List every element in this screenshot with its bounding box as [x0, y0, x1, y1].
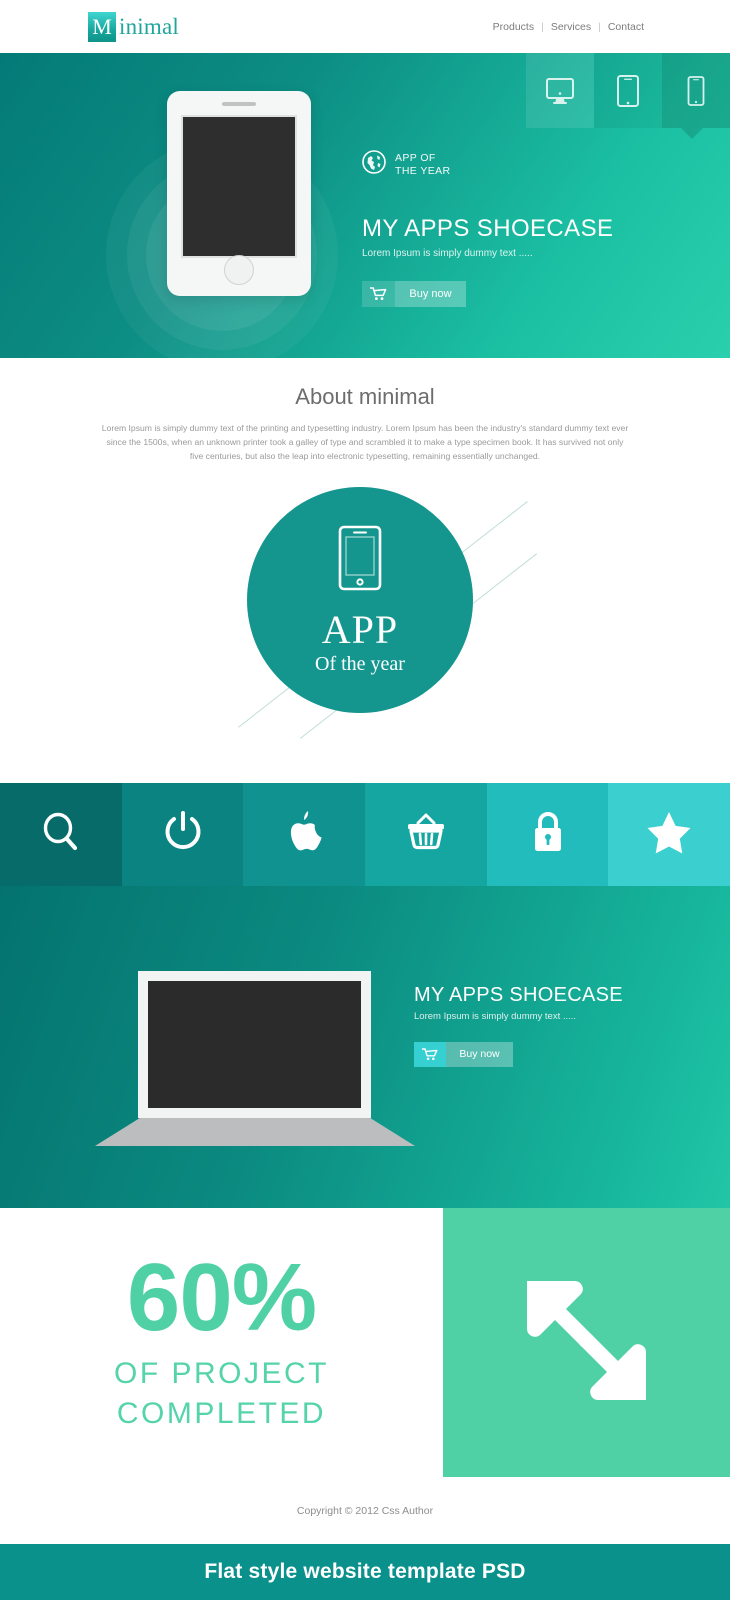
device-tabs [526, 53, 730, 128]
icon-cell-power[interactable] [121, 783, 244, 886]
expand-arrows-icon [519, 1273, 654, 1413]
icon-cell-apple[interactable] [243, 783, 366, 886]
icon-bar [0, 783, 730, 886]
site-header: M inimal Products | Services | Contact [0, 0, 730, 53]
award-text: APP OF THE YEAR [395, 152, 451, 178]
hero-title: MY APPS SHOECASE [362, 215, 614, 242]
phone-mockup [167, 91, 311, 296]
tablet-icon [616, 74, 640, 107]
award-line-2: THE YEAR [395, 164, 451, 177]
logo-text: inimal [119, 14, 179, 39]
hero-copy: APP OF THE YEAR MY APPS SHOECASE Lorem I… [362, 150, 613, 307]
progress-percent: 60% [126, 1243, 317, 1351]
copyright-bar: Copyright © 2012 Css Author [0, 1477, 730, 1544]
device-tab-mobile[interactable] [662, 53, 730, 128]
phone-screen [181, 115, 297, 258]
phone-speaker [222, 102, 256, 106]
stats-section: 60% OF PROJECT COMPLETED [0, 1208, 730, 1477]
showcase-2-subtitle: Lorem Ipsum is simply dummy text ..... [414, 1011, 577, 1022]
copyright-text: Copyright © 2012 Css Author [296, 1504, 434, 1517]
icon-cell-star[interactable] [608, 783, 730, 886]
badge-subtitle: Of the year [315, 652, 405, 675]
device-tab-desktop[interactable] [526, 53, 594, 128]
icon-cell-lock[interactable] [486, 783, 609, 886]
hero-subtitle: Lorem Ipsum is simply dummy text ..... [362, 248, 533, 259]
power-icon [162, 810, 204, 859]
star-icon [645, 809, 693, 860]
badge-title: APP [321, 606, 399, 652]
laptop-lid [138, 971, 371, 1118]
phone-home-button [224, 255, 254, 285]
icon-cell-basket[interactable] [365, 783, 487, 886]
laptop-base [95, 1118, 415, 1146]
expand-panel [443, 1208, 730, 1477]
about-body: Lorem Ipsum is simply dummy text of the … [101, 423, 629, 461]
showcase-section-2: MY APPS SHOECASE Lorem Ipsum is simply d… [0, 886, 730, 1208]
nav-item-contact[interactable]: Contact [608, 21, 644, 33]
apple-icon [284, 809, 324, 860]
award-badge: APP OF THE YEAR [362, 150, 613, 179]
mobile-icon [338, 525, 382, 596]
showcase-2-copy: MY APPS SHOECASE Lorem Ipsum is simply d… [414, 984, 623, 1067]
award-line-1: APP OF [395, 151, 436, 164]
progress-stat: 60% OF PROJECT COMPLETED [0, 1208, 443, 1477]
search-icon [39, 810, 83, 859]
hero-section: APP OF THE YEAR MY APPS SHOECASE Lorem I… [0, 53, 730, 358]
logo[interactable]: M inimal [88, 12, 179, 42]
hero-buy-now-label: Buy now [395, 281, 466, 307]
cart-icon [362, 281, 395, 307]
page-root: M inimal Products | Services | Contact A… [0, 0, 730, 1600]
globe-icon [362, 150, 386, 179]
about-title: About minimal [295, 384, 435, 409]
ribbon-banner: Flat style website template PSD [0, 1544, 730, 1600]
hero-buy-now-button[interactable]: Buy now [362, 281, 466, 307]
lock-icon [529, 809, 567, 860]
active-tab-arrow [681, 128, 703, 139]
showcase-2-buy-now-label: Buy now [446, 1042, 513, 1067]
progress-label-line-1: OF PROJECT [113, 1356, 329, 1390]
cart-icon [414, 1042, 446, 1067]
nav-item-products[interactable]: Products [493, 21, 534, 33]
desktop-icon [544, 77, 576, 105]
about-badge-area: APP Of the year [0, 478, 730, 758]
showcase-2-title: MY APPS SHOECASE [414, 984, 623, 1006]
nav-separator: | [598, 21, 601, 33]
main-nav: Products | Services | Contact [493, 21, 644, 33]
icon-cell-search[interactable] [0, 783, 122, 886]
logo-mark: M [88, 12, 116, 42]
ribbon-text: Flat style website template PSD [204, 1560, 526, 1583]
mobile-icon [687, 75, 705, 106]
nav-separator: | [541, 21, 544, 33]
nav-item-services[interactable]: Services [551, 21, 591, 33]
device-tab-tablet[interactable] [594, 53, 662, 128]
basket-icon [403, 810, 449, 859]
app-of-the-year-badge: APP Of the year [247, 487, 473, 713]
laptop-screen [148, 981, 361, 1108]
showcase-2-buy-now-button[interactable]: Buy now [414, 1042, 513, 1067]
about-section: About minimal Lorem Ipsum is simply dumm… [0, 358, 730, 783]
progress-label-line-2: COMPLETED [116, 1396, 327, 1430]
